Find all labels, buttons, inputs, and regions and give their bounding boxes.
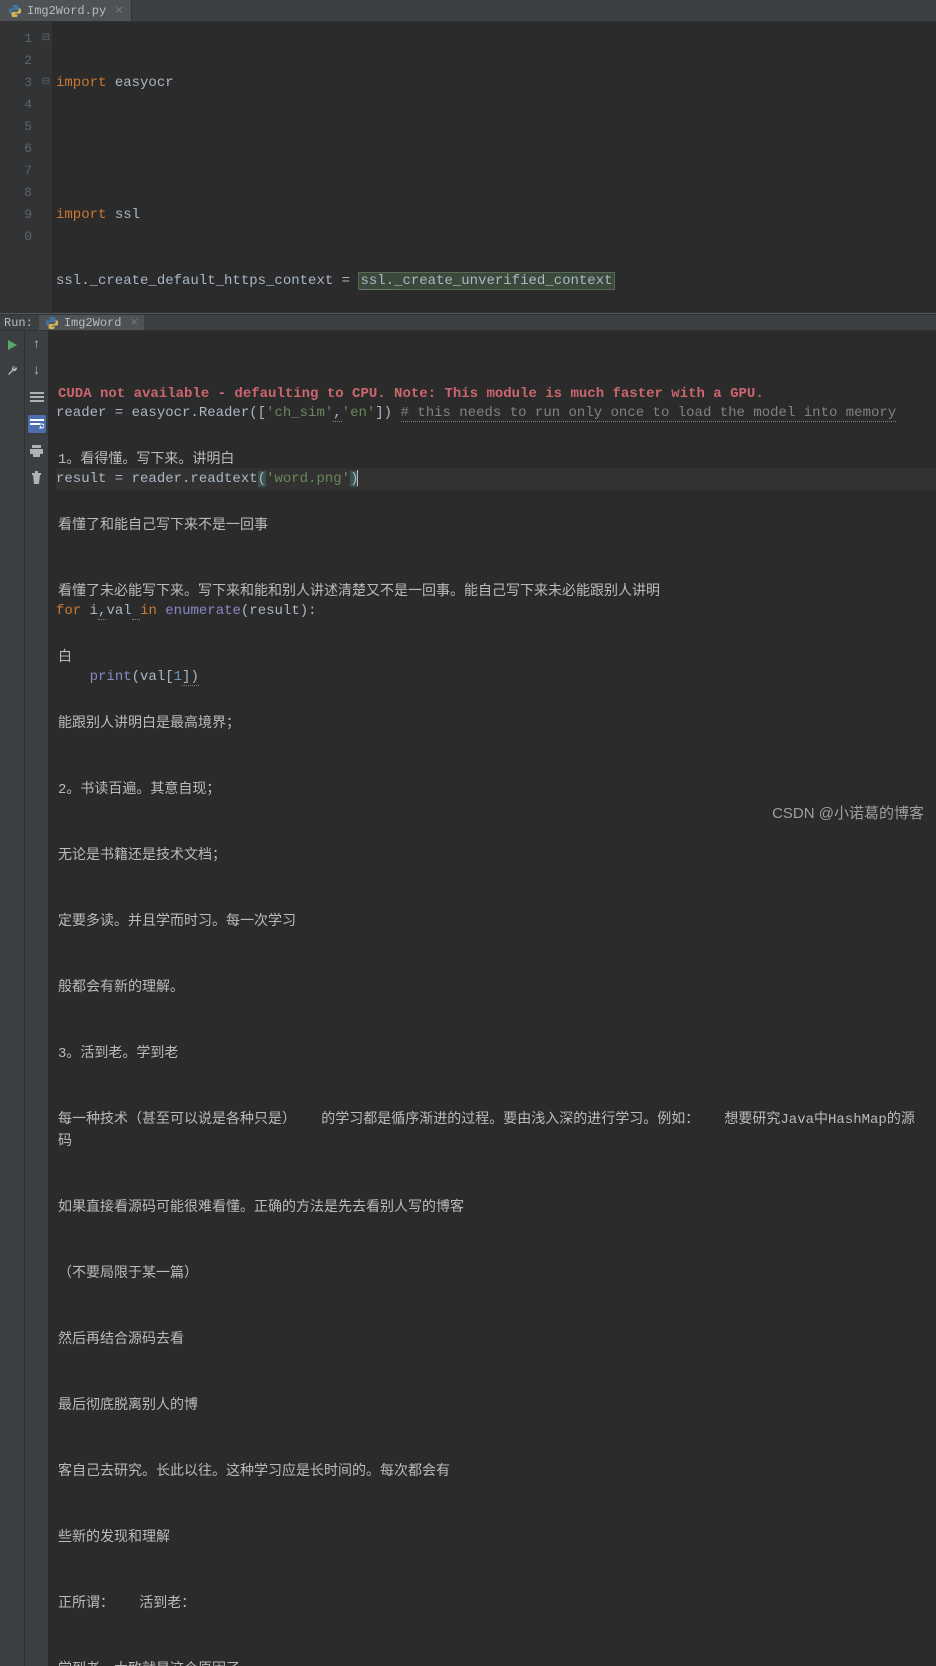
console-line: 如果直接看源码可能很难看懂。正确的方法是先去看别人写的博客 xyxy=(58,1197,926,1219)
keyword: import xyxy=(56,207,106,223)
code-text: ]) xyxy=(182,669,199,686)
run-toolbar-inner: ↑ ↓ xyxy=(24,331,48,1666)
code-text: val xyxy=(106,603,131,619)
keyword: for xyxy=(56,603,81,619)
console-line: 学到老。大致就是这个原因了 xyxy=(58,1659,926,1666)
keyword: import xyxy=(56,75,106,91)
console-line: 些新的发现和理解 xyxy=(58,1527,926,1549)
console-line: 无论是书籍还是技术文档； xyxy=(58,845,926,867)
line-number-gutter: 1 2 3 4 5 6 7 8 9 0 xyxy=(0,22,40,312)
wrench-icon[interactable] xyxy=(4,363,20,379)
trash-icon[interactable] xyxy=(29,469,45,485)
console-line: （不要局限于某一篇） xyxy=(58,1263,926,1285)
run-toolbar-left xyxy=(0,331,24,1666)
console-line: 2。书读百遍。其意自现； xyxy=(58,779,926,801)
line-number: 3 xyxy=(0,72,32,94)
play-icon[interactable] xyxy=(4,337,20,353)
builtin: enumerate xyxy=(165,603,241,619)
close-icon[interactable]: × xyxy=(115,3,123,18)
console-line: 每一种技术（甚至可以说是各种只是） 的学习都是循序渐进的过程。要由浅入深的进行学… xyxy=(58,1109,926,1153)
code-text: reader = easyocr.Reader([ xyxy=(56,405,266,421)
line-number: 4 xyxy=(0,94,32,116)
identifier: ssl xyxy=(115,207,140,223)
comment: # this needs to run only once to load th… xyxy=(401,405,897,422)
python-icon xyxy=(8,4,22,18)
builtin: print xyxy=(90,669,132,685)
code-text: (val[ xyxy=(132,669,174,685)
layout-icon[interactable] xyxy=(29,389,45,405)
console-line: 3。活到老。学到老 xyxy=(58,1043,926,1065)
line-number: 7 xyxy=(0,160,32,182)
line-number: 5 xyxy=(0,116,32,138)
line-number: 9 xyxy=(0,204,32,226)
code-text: _create_unverified_context xyxy=(394,273,612,289)
identifier: easyocr xyxy=(115,75,174,91)
console-line: 最后彻底脱离别人的博 xyxy=(58,1395,926,1417)
string: 'ch_sim' xyxy=(266,405,333,421)
arrow-down-icon[interactable]: ↓ xyxy=(29,363,45,379)
code-area[interactable]: import easyocr import ssl ssl._create_de… xyxy=(52,22,936,312)
line-number: 8 xyxy=(0,182,32,204)
code-text: ssl. xyxy=(360,273,394,290)
code-editor: 1 2 3 4 5 6 7 8 9 0 ⊟ ⊟ import easyocr i… xyxy=(0,22,936,312)
editor-tab-bar: Img2Word.py × xyxy=(0,0,936,22)
console-line: 客自己去研究。长此以往。这种学习应是长时间的。每次都会有 xyxy=(58,1461,926,1483)
file-tab-label: Img2Word.py xyxy=(27,4,106,18)
keyword: in xyxy=(140,603,157,619)
code-text: ssl._create_default_https_context = xyxy=(56,273,358,289)
code-text: ( xyxy=(258,471,266,487)
print-icon[interactable] xyxy=(29,443,45,459)
line-number: 0 xyxy=(0,226,32,248)
code-text: result = reader.readtext xyxy=(56,471,258,487)
console-line: 般都会有新的理解。 xyxy=(58,977,926,999)
line-number: 1 xyxy=(0,28,32,50)
console-line: 然后再结合源码去看 xyxy=(58,1329,926,1351)
caret xyxy=(357,470,358,486)
file-tab[interactable]: Img2Word.py × xyxy=(0,0,132,21)
run-label: Run: xyxy=(4,316,33,330)
code-text: ]) xyxy=(375,405,400,421)
console-line: 正所谓： 活到老： xyxy=(58,1593,926,1615)
code-text: , xyxy=(333,405,341,422)
code-text: (result): xyxy=(241,603,317,619)
line-number: 6 xyxy=(0,138,32,160)
watermark: CSDN @小诺葛的博客 xyxy=(772,802,924,823)
arrow-up-icon[interactable]: ↑ xyxy=(29,337,45,353)
fold-gutter: ⊟ ⊟ xyxy=(40,22,52,312)
string: 'word.png' xyxy=(266,471,350,487)
code-text: i xyxy=(81,603,98,619)
fold-icon[interactable]: ⊟ xyxy=(40,72,52,94)
line-number: 2 xyxy=(0,50,32,72)
fold-icon[interactable]: ⊟ xyxy=(40,28,52,50)
wrap-icon[interactable] xyxy=(28,415,46,433)
string: 'en' xyxy=(342,405,376,421)
console-line: 定要多读。并且学而时习。每一次学习 xyxy=(58,911,926,933)
code-text xyxy=(56,669,90,685)
code-text xyxy=(132,603,140,620)
number: 1 xyxy=(174,669,182,685)
